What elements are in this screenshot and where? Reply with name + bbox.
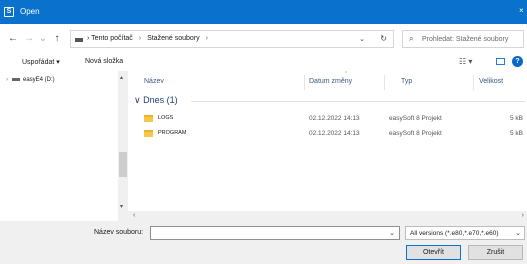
file-size: 5 kB	[509, 115, 523, 122]
file-type-filter-value: All versions (*.e80,*.e70,*.e60)	[410, 230, 499, 237]
file-row[interactable]: LOGS 02.12.2022 14:13 easySoft 8 Projekt…	[128, 112, 525, 126]
file-date: 02.12.2022 14:13	[309, 130, 360, 137]
group-header-today[interactable]: ∨ Dnes (1)	[134, 95, 178, 106]
refresh-icon[interactable]: ↻	[380, 34, 387, 43]
file-name: PROGRAM	[158, 130, 187, 136]
file-icon	[144, 115, 153, 122]
file-name: LOGS	[158, 115, 174, 121]
nav-item-easye4-drive[interactable]: › easyE4 (D:)	[6, 77, 55, 83]
file-type: easySoft 8 Projekt	[389, 130, 442, 137]
filename-label: Název souboru:	[94, 229, 144, 236]
crumb-sep: ›	[87, 35, 90, 42]
scroll-left-icon[interactable]: ‹	[133, 212, 135, 219]
view-options-icon[interactable]: ☷ ▾	[459, 57, 472, 66]
new-folder-button[interactable]: Nová složka	[85, 58, 123, 65]
column-header-size[interactable]: Velikost	[479, 78, 503, 85]
column-divider[interactable]	[384, 75, 385, 90]
sort-indicator-icon: ⌃	[344, 71, 349, 77]
crumb-sep: ›	[138, 35, 142, 42]
recent-locations-chevron-icon[interactable]: ⌄	[38, 33, 48, 45]
scroll-down-icon[interactable]: ▾	[120, 203, 123, 210]
nav-item-label: easyE4 (D:)	[23, 77, 55, 83]
open-button[interactable]: Otevřít	[406, 245, 461, 260]
crumb-sep: ›	[205, 35, 208, 42]
scroll-right-icon[interactable]: ›	[522, 212, 524, 219]
up-button[interactable]: ↑	[52, 33, 62, 45]
drive-icon	[12, 77, 20, 81]
breadcrumb-downloads[interactable]: Stažené soubory	[147, 35, 200, 42]
scroll-thumb[interactable]	[119, 152, 127, 177]
filename-dropdown-icon[interactable]: ⌄	[389, 229, 395, 237]
window-title: Open	[20, 7, 40, 16]
file-type: easySoft 8 Projekt	[389, 115, 442, 122]
column-header-type[interactable]: Typ	[401, 78, 412, 85]
column-header-name[interactable]: Název	[144, 78, 164, 85]
title-bar: S Open ×	[0, 0, 527, 24]
horizontal-scrollbar[interactable]: ‹ ›	[118, 211, 527, 221]
address-row: ← → ⌄ ↑ › Tento počítač › Stažené soubor…	[0, 24, 527, 54]
search-input[interactable]: ⌕ Prohledat: Stažené soubory	[402, 30, 524, 48]
back-button[interactable]: ←	[8, 33, 18, 45]
search-icon: ⌕	[409, 34, 414, 43]
nav-scrollbar[interactable]: ▴ ▾	[118, 71, 128, 211]
file-list: ⌃ Název Datum změny Typ Velikost ∨ Dnes …	[128, 71, 527, 211]
filter-dropdown-icon[interactable]: ⌄	[515, 229, 521, 237]
file-date: 02.12.2022 14:13	[309, 115, 360, 122]
breadcrumb-this-pc[interactable]: Tento počítač	[91, 35, 133, 42]
scroll-up-icon[interactable]: ▴	[120, 74, 123, 81]
file-type-filter[interactable]: All versions (*.e80,*.e70,*.e60) ⌄	[405, 226, 525, 240]
pc-icon	[75, 38, 83, 42]
search-placeholder: Prohledat: Stažené soubory	[422, 36, 509, 43]
navigation-pane: › easyE4 (D:)	[0, 71, 118, 194]
group-divider	[191, 101, 525, 102]
cancel-button[interactable]: Zrušit	[468, 245, 523, 260]
bottom-panel: Název souboru: ⌄ All versions (*.e80,*.e…	[0, 221, 527, 264]
file-size: 5 kB	[509, 130, 523, 137]
preview-pane-icon[interactable]	[496, 58, 505, 65]
help-icon[interactable]: ?	[512, 56, 523, 67]
address-bar[interactable]: › Tento počítač › Stažené soubory › ⌄ ↻	[70, 30, 394, 48]
breadcrumb: › Tento počítač › Stažené soubory ›	[87, 35, 212, 42]
column-divider[interactable]	[473, 75, 474, 90]
file-icon	[144, 130, 153, 137]
address-dropdown-icon[interactable]: ⌄	[359, 35, 365, 43]
organize-button[interactable]: Uspořádat ▾	[22, 58, 60, 66]
app-icon: S	[4, 7, 14, 17]
column-divider[interactable]	[304, 75, 305, 90]
file-row[interactable]: PROGRAM 02.12.2022 14:13 easySoft 8 Proj…	[128, 127, 525, 141]
forward-button[interactable]: →	[24, 33, 34, 45]
expand-chevron-icon[interactable]: ›	[6, 77, 8, 83]
column-header-date[interactable]: Datum změny	[309, 78, 352, 85]
command-bar: Uspořádat ▾ Nová složka ☷ ▾ ?	[0, 54, 527, 71]
close-icon[interactable]: ×	[519, 6, 527, 18]
filename-field[interactable]: ⌄	[150, 226, 400, 240]
